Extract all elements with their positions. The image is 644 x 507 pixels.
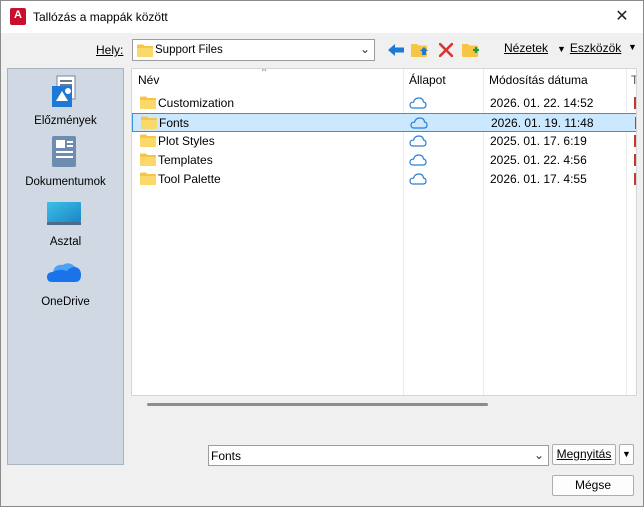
list-header: ^ Név Állapot Módosítás dátuma T <box>132 68 636 91</box>
truncated-column-marker <box>634 173 636 185</box>
item-name: Tool Palette <box>158 172 221 186</box>
item-name: Plot Styles <box>158 134 215 148</box>
cloud-status-icon <box>409 135 427 147</box>
history-icon <box>52 75 76 107</box>
delete-x-icon <box>439 43 453 57</box>
list-item[interactable]: Tool Palette 2026. 01. 17. 4:55 <box>132 170 636 189</box>
open-options-button[interactable]: ▼ <box>619 444 634 465</box>
truncated-column-marker <box>635 117 636 129</box>
close-button[interactable]: ✕ <box>605 4 639 30</box>
cloud-status-icon <box>409 97 427 109</box>
chevron-down-icon[interactable]: ⌄ <box>360 42 370 56</box>
location-value: Support Files <box>155 44 223 56</box>
truncated-column-marker <box>634 135 636 147</box>
new-folder-icon <box>462 44 479 57</box>
views-menu[interactable]: Nézetek <box>504 41 548 55</box>
list-item[interactable]: Fonts 2026. 01. 19. 11:48 <box>132 113 636 132</box>
back-button[interactable] <box>385 39 407 61</box>
back-arrow-icon <box>388 44 404 56</box>
dialog-title: Tallózás a mappák között <box>33 10 168 24</box>
folder-up-icon <box>411 44 428 57</box>
folder-icon <box>140 134 156 147</box>
item-modified-date: 2026. 01. 22. 14:52 <box>490 96 594 110</box>
item-modified-date: 2025. 01. 17. 6:19 <box>490 134 587 148</box>
documents-icon <box>52 136 76 167</box>
folder-icon <box>140 153 156 166</box>
truncated-column-marker <box>634 154 636 166</box>
list-item[interactable]: Plot Styles 2025. 01. 17. 6:19 <box>132 132 636 151</box>
location-label: Hely: <box>96 43 124 57</box>
folder-icon <box>140 172 156 185</box>
location-dropdown[interactable]: Support Files ⌄ <box>132 39 375 61</box>
item-modified-date: 2026. 01. 19. 11:48 <box>491 116 594 130</box>
filename-dropdown[interactable]: ⌄ <box>208 445 549 466</box>
folder-icon <box>137 44 153 57</box>
item-modified-date: 2026. 01. 17. 4:55 <box>490 172 587 186</box>
places-item-label: Asztal <box>49 236 82 248</box>
cloud-status-icon <box>409 173 427 185</box>
truncated-column-marker <box>634 97 636 109</box>
cloud-status-icon <box>410 117 428 129</box>
views-label: Nézetek <box>504 41 549 55</box>
overflow-caret-icon[interactable]: ▼ <box>628 42 637 52</box>
new-folder-button[interactable] <box>460 39 482 61</box>
chevron-down-icon[interactable]: ⌄ <box>534 448 544 462</box>
autocad-app-icon: A <box>10 8 26 25</box>
item-name: Fonts <box>159 116 190 130</box>
item-name: Customization <box>158 96 235 110</box>
title-bar: A Tallózás a mappák között ✕ <box>1 1 643 33</box>
list-item[interactable]: Customization 2026. 01. 22. 14:52 <box>132 94 636 113</box>
places-item-label: Előzmények <box>34 115 97 127</box>
column-header-modified[interactable]: Módosítás dátuma <box>489 73 588 87</box>
places-item-label: Dokumentumok <box>25 176 106 188</box>
item-name: Templates <box>158 153 213 167</box>
cancel-label: Mégse <box>574 478 612 492</box>
open-label: Megnyitás <box>556 447 612 461</box>
places-bar: Előzmények Dokumentumok Asztal OneDrive <box>7 68 124 465</box>
delete-button[interactable] <box>435 39 457 61</box>
column-header-name[interactable]: Név <box>138 73 159 87</box>
horizontal-scrollbar[interactable] <box>147 403 488 406</box>
open-button[interactable]: Megnyitás <box>552 444 616 465</box>
cloud-status-icon <box>409 154 427 166</box>
tools-label: Eszközök <box>569 41 622 55</box>
dropdown-caret-icon: ▼ <box>557 44 566 54</box>
tools-menu[interactable]: ▼ Eszközök <box>557 41 621 55</box>
up-one-level-button[interactable] <box>409 39 431 61</box>
file-list[interactable]: ^ Név Állapot Módosítás dátuma T Customi… <box>131 68 637 396</box>
places-item-label: OneDrive <box>41 296 90 308</box>
item-modified-date: 2025. 01. 22. 4:56 <box>490 153 587 167</box>
folder-icon <box>140 96 156 109</box>
desktop-icon <box>47 202 81 225</box>
folder-icon <box>141 116 157 129</box>
cancel-button[interactable]: Mégse <box>552 475 634 496</box>
filename-input[interactable] <box>211 447 531 464</box>
column-header-status[interactable]: Állapot <box>409 73 446 87</box>
browse-folders-dialog: A Tallózás a mappák között ✕ Hely: Suppo… <box>0 0 644 507</box>
sort-ascending-icon: ^ <box>262 68 267 76</box>
column-header-truncated[interactable]: T <box>631 73 636 87</box>
onedrive-icon <box>47 263 81 282</box>
list-item[interactable]: Templates 2025. 01. 22. 4:56 <box>132 151 636 170</box>
